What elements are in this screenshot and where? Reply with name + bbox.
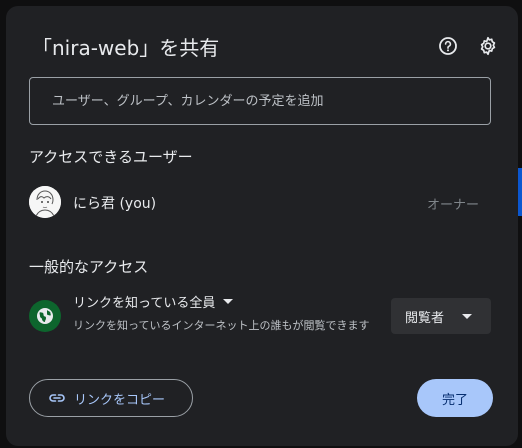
link-icon bbox=[49, 394, 65, 402]
share-input[interactable] bbox=[50, 92, 490, 110]
chevron-down-icon bbox=[462, 313, 473, 319]
user-name: にら君 (you) bbox=[73, 196, 157, 212]
globe-icon bbox=[29, 300, 61, 332]
share-dialog: 「nira-web」を共有 アクセスできるユーザー bbox=[6, 6, 518, 446]
people-heading: アクセスできるユーザー bbox=[29, 148, 193, 166]
help-icon[interactable] bbox=[436, 34, 460, 58]
avatar bbox=[29, 186, 61, 218]
role-dropdown[interactable]: 閲覧者 bbox=[391, 298, 491, 334]
chevron-down-icon bbox=[223, 299, 234, 304]
general-access-row: リンクを知っている全員 リンクを知っているインターネット上の誰もが閲覧できます … bbox=[29, 290, 491, 350]
share-input-field[interactable] bbox=[29, 77, 491, 125]
access-setting-dropdown[interactable]: リンクを知っている全員 bbox=[73, 292, 234, 311]
role-label: 閲覧者 bbox=[405, 310, 445, 326]
done-button[interactable]: 完了 bbox=[417, 379, 493, 417]
access-setting-label: リンクを知っている全員 bbox=[73, 296, 216, 311]
general-access-heading: 一般的なアクセス bbox=[29, 258, 149, 276]
dialog-title: 「nira-web」を共有 bbox=[32, 36, 220, 60]
user-row: にら君 (you) オーナー bbox=[29, 186, 491, 218]
user-role-label: オーナー bbox=[426, 198, 479, 213]
copy-link-button[interactable]: リンクをコピー bbox=[29, 379, 193, 417]
access-description: リンクを知っているインターネット上の誰もが閲覧できます bbox=[73, 319, 370, 332]
gear-icon[interactable] bbox=[476, 34, 500, 58]
copy-link-label: リンクをコピー bbox=[74, 392, 166, 408]
